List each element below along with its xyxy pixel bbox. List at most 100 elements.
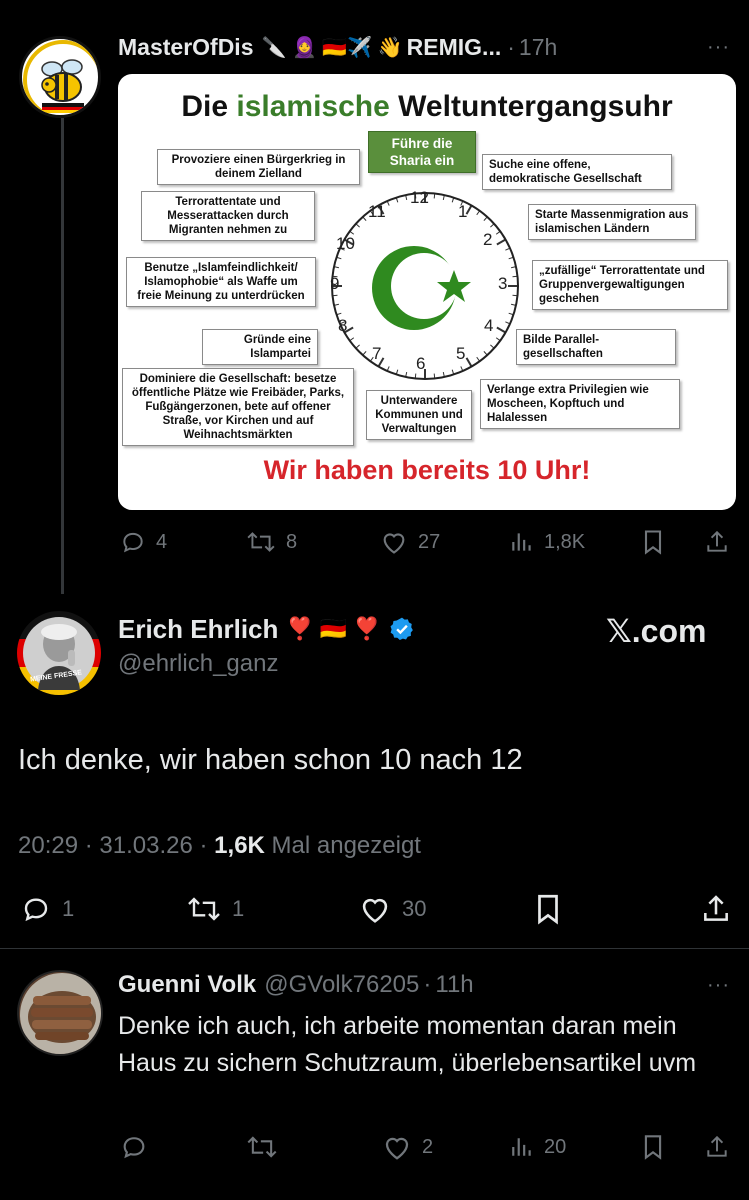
main-post-text: Ich denke, wir haben schon 10 nach 12 (18, 744, 523, 776)
reply-header: Guenni Volk @GVolk76205 · 11h ··· (118, 970, 738, 1000)
main-post-views-count: 1,6K (214, 832, 265, 859)
post1-author-suffix[interactable]: REMIG... (407, 34, 502, 61)
x-logo: 𝕏.com (606, 613, 707, 649)
clock-number-4: 4 (484, 316, 494, 335)
image-title-pre: Die (181, 90, 237, 123)
share-icon (707, 530, 727, 552)
main-post-reply-button[interactable]: 1 (20, 894, 74, 924)
clock-numbers: 12 1 2 3 4 5 6 7 8 9 10 11 (314, 184, 536, 388)
box-random-terror: „zufällige“ Terrorattentate und Gruppenv… (532, 260, 728, 310)
clock-number-5: 5 (456, 344, 466, 363)
main-post-like-count: 30 (402, 896, 427, 921)
views-icon (512, 533, 531, 551)
reply-share-button[interactable] (704, 1132, 730, 1162)
post1-author-name[interactable]: MasterOfDis (118, 34, 253, 61)
post1-bookmark-button[interactable] (640, 528, 666, 556)
post1-more-button[interactable]: ··· (707, 36, 730, 59)
share-icon (707, 1135, 727, 1157)
main-post-dot-2: · (199, 832, 208, 859)
reply-more-button[interactable]: ··· (707, 974, 730, 997)
post1-views-count: 1,8K (544, 530, 586, 553)
clock-number-10: 10 (336, 234, 355, 253)
post1-like-count: 27 (418, 530, 441, 553)
box-open-society: Suche eine offene, demokratische Gesells… (482, 154, 672, 190)
clock-number-7: 7 (372, 344, 382, 363)
main-post-dot-1: · (84, 832, 93, 859)
repost-icon (188, 897, 220, 921)
post1-reply-button[interactable]: 4 (120, 529, 167, 555)
repost-icon (247, 1136, 277, 1158)
reply-handle[interactable]: @GVolk76205 (264, 971, 419, 999)
thread-line (61, 118, 64, 594)
clock-number-9: 9 (330, 274, 340, 293)
heart-icon (362, 898, 388, 923)
bookmark-icon (644, 530, 662, 555)
clock-number-12: 12 (410, 188, 429, 207)
reply-views-button[interactable]: 20 (510, 1133, 566, 1161)
avatar-guenni-volk[interactable] (17, 970, 103, 1056)
repost-icon (247, 532, 275, 552)
image-footer: Wir haben bereits 10 Uhr! (263, 455, 591, 485)
main-post-views-label: Mal angezeigt (271, 832, 421, 859)
main-post-time[interactable]: 20:29 (18, 832, 78, 859)
box-islamophobia: Benutze „Islamfeindlichkeit/ Islamophobi… (126, 257, 316, 307)
reply-icon (123, 532, 143, 553)
heart-icon (385, 1137, 409, 1160)
avatar-masterofdis[interactable] (19, 36, 101, 118)
main-post-bookmark-button[interactable] (532, 892, 564, 926)
reply-text: Denke ich auch, ich arbeite momentan dar… (118, 1012, 697, 1077)
image-title-post: Weltuntergangsuhr (389, 90, 673, 123)
clock-number-2: 2 (483, 230, 493, 249)
main-post-date[interactable]: 31.03.26 (99, 832, 192, 859)
post1-time[interactable]: 17h (519, 34, 557, 61)
main-post-handle[interactable]: @ehrlich_ganz (118, 650, 278, 678)
reply-repost-button[interactable] (246, 1133, 278, 1161)
post1-repost-button[interactable]: 8 (246, 529, 297, 555)
image-title-green: islamische (236, 90, 390, 123)
post1-dot: · (507, 33, 515, 60)
main-post-author-emojis: ❣️ 🇩🇪 ❣️ (286, 616, 381, 641)
main-post-reply-count: 1 (62, 896, 75, 921)
post1-views-button[interactable]: 1,8K (510, 529, 585, 555)
reply-author-name[interactable]: Guenni Volk (118, 971, 256, 999)
main-post-repost-count: 1 (232, 896, 245, 921)
main-post-share-button[interactable] (700, 892, 732, 926)
box-infiltrate: Unterwandere Kommunen und Verwaltungen (366, 390, 472, 440)
box-terror-migrants: Terrorattentate und Messerattacken durch… (141, 191, 315, 241)
post1-author-emojis: 🔪 🧕 🇩🇪✈️ 👋 (261, 36, 403, 59)
reply-icon (24, 898, 48, 922)
reply-reply-button[interactable] (120, 1133, 148, 1161)
reply-like-button[interactable]: 2 (382, 1133, 433, 1161)
box-party: Gründe eine Islampartei (202, 329, 318, 365)
main-post-like-button[interactable]: 30 (358, 894, 426, 924)
main-post-author-row: Erich Ehrlich ❣️ 🇩🇪 ❣️ (118, 612, 415, 646)
box-civil-war: Provoziere einen Bürgerkrieg in deinem Z… (157, 149, 360, 185)
divider (0, 948, 749, 949)
clock-number-6: 6 (416, 354, 426, 373)
box-sharia: Führe die Sharia ein (368, 131, 476, 173)
reply-dot: · (423, 971, 432, 998)
main-post-repost-button[interactable]: 1 (186, 894, 244, 924)
main-post-author-name[interactable]: Erich Ehrlich (118, 614, 278, 645)
clock-number-1: 1 (458, 202, 468, 221)
reply-icon (123, 1137, 145, 1159)
share-icon (704, 895, 728, 921)
bookmark-icon (644, 1135, 662, 1160)
box-privileges: Verlange extra Privilegien wie Moscheen,… (480, 379, 680, 429)
post1-header: MasterOfDis 🔪 🧕 🇩🇪✈️ 👋 REMIG... · 17h ··… (118, 32, 738, 62)
reply-views-count: 20 (544, 1135, 567, 1158)
reply-bookmark-button[interactable] (640, 1132, 666, 1162)
reply-time[interactable]: 11h (435, 971, 473, 999)
reply-like-count: 2 (422, 1135, 434, 1158)
box-dominate: Dominiere die Gesellschaft: besetze öffe… (122, 368, 354, 446)
avatar-erich-ehrlich[interactable]: MEINE FRESSE (16, 610, 102, 696)
clock-number-3: 3 (498, 274, 508, 293)
box-parallel: Bilde Parallel-gesellschaften (516, 329, 676, 365)
food-photo-icon (20, 973, 101, 1054)
post1-like-button[interactable]: 27 (380, 529, 440, 555)
clock-number-8: 8 (338, 316, 348, 335)
views-icon (512, 1138, 531, 1156)
bookmark-icon (538, 894, 558, 925)
post1-share-button[interactable] (704, 528, 730, 556)
post1-image[interactable]: Die islamische Weltuntergangsuhr 12 1 2 … (118, 74, 736, 510)
